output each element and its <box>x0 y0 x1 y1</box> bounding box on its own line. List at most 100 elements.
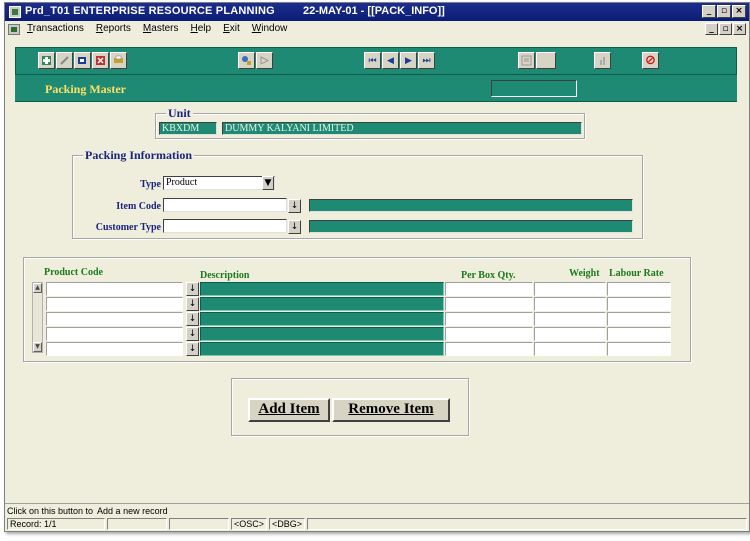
menu-transactions[interactable]: Transactions <box>25 23 86 34</box>
unit-name-field[interactable]: DUMMY KALYANI LIMITED <box>222 122 582 135</box>
insert-record-icon[interactable] <box>38 52 55 69</box>
status-osc: <OSC> <box>231 518 267 530</box>
column-header-per-box-qty: Per Box Qty. <box>461 270 516 281</box>
previous-record-icon[interactable]: ◀ <box>382 52 399 69</box>
labour-rate-cell[interactable] <box>607 297 671 311</box>
customer-type-description-field[interactable] <box>309 220 633 233</box>
last-record-icon[interactable]: ⏭ <box>418 52 435 69</box>
column-header-description: Description <box>200 270 250 281</box>
close-button[interactable]: × <box>732 5 746 18</box>
edit-field-icon[interactable] <box>536 52 556 69</box>
packing-info-group: Packing Information Type Product ▼ Item … <box>72 148 643 239</box>
item-code-lov-icon[interactable]: ↓ <box>288 199 301 213</box>
column-header-product-code: Product Code <box>44 267 103 278</box>
type-select[interactable]: Product ▼ <box>163 176 275 190</box>
customer-type-input[interactable] <box>163 219 287 233</box>
labour-rate-cell[interactable] <box>607 327 671 341</box>
description-cell[interactable] <box>200 282 444 296</box>
status-cell-empty-2 <box>169 518 229 530</box>
labour-rate-cell[interactable] <box>607 282 671 296</box>
menu-exit[interactable]: Exit <box>221 23 242 34</box>
per-box-qty-cell[interactable] <box>445 312 533 326</box>
toolbar-query-group <box>238 52 273 69</box>
child-restore-button[interactable]: ▫ <box>719 23 732 35</box>
product-code-cell[interactable] <box>46 327 183 341</box>
status-cells: Record: 1/1 <OSC> <DBG> <box>5 518 749 530</box>
table-row: ↓ <box>24 342 684 356</box>
weight-cell[interactable] <box>534 282 606 296</box>
per-box-qty-cell[interactable] <box>445 297 533 311</box>
description-cell[interactable] <box>200 342 444 356</box>
customer-type-lov-icon[interactable]: ↓ <box>288 220 301 234</box>
print-icon[interactable] <box>110 52 127 69</box>
description-cell[interactable] <box>200 327 444 341</box>
first-record-icon[interactable]: ⏮ <box>364 52 381 69</box>
remove-item-button[interactable]: Remove Item <box>332 398 450 422</box>
product-code-cell[interactable] <box>46 342 183 356</box>
header-field[interactable] <box>491 80 577 97</box>
child-close-button[interactable]: × <box>733 23 746 35</box>
per-box-qty-cell[interactable] <box>445 342 533 356</box>
toolbar-cancel-group: ⊘ <box>642 52 659 69</box>
cancel-icon[interactable]: ⊘ <box>642 52 659 69</box>
child-window-icon[interactable] <box>8 24 20 35</box>
column-header-weight: Weight <box>569 268 600 279</box>
execute-query-icon[interactable] <box>256 52 273 69</box>
toolbar-list-group <box>518 52 556 69</box>
weight-cell[interactable] <box>534 297 606 311</box>
delete-record-icon[interactable] <box>92 52 109 69</box>
product-code-lov-icon[interactable]: ↓ <box>186 312 199 326</box>
next-record-icon[interactable]: ▶ <box>400 52 417 69</box>
product-code-cell[interactable] <box>46 297 183 311</box>
item-code-input[interactable] <box>163 198 287 212</box>
product-code-lov-icon[interactable]: ↓ <box>186 282 199 296</box>
child-minimize-button[interactable]: _ <box>705 23 718 35</box>
unit-code-field[interactable]: KBXDM <box>159 122 217 135</box>
labour-rate-cell[interactable] <box>607 312 671 326</box>
product-code-lov-icon[interactable]: ↓ <box>186 297 199 311</box>
type-dropdown-icon[interactable]: ▼ <box>262 176 274 190</box>
weight-cell[interactable] <box>534 327 606 341</box>
restore-button[interactable]: ▫ <box>717 5 731 18</box>
description-cell[interactable] <box>200 312 444 326</box>
table-row: ↓ <box>24 327 684 341</box>
title-bar: Prd_T01 ENTERPRISE RESOURCE PLANNING 22-… <box>5 3 749 21</box>
application-window: Prd_T01 ENTERPRISE RESOURCE PLANNING 22-… <box>4 2 750 532</box>
product-code-cell[interactable] <box>46 312 183 326</box>
status-hint-prefix: Click on this button to <box>7 506 94 516</box>
item-description-field[interactable] <box>309 199 633 212</box>
description-cell[interactable] <box>200 297 444 311</box>
list-values-icon[interactable] <box>518 52 535 69</box>
weight-cell[interactable] <box>534 312 606 326</box>
duplicate-record-icon[interactable] <box>74 52 91 69</box>
status-dbg: <DBG> <box>269 518 305 530</box>
product-code-cell[interactable] <box>46 282 183 296</box>
menu-masters[interactable]: Masters <box>141 23 181 34</box>
menu-window[interactable]: Window <box>250 23 290 34</box>
chart-icon[interactable] <box>594 52 611 69</box>
minimize-button[interactable]: _ <box>702 5 716 18</box>
toolbar: ⏮ ◀ ▶ ⏭ ⊘ <box>15 47 737 75</box>
status-bar: Click on this button to Add a new record … <box>5 503 749 531</box>
toolbar-chart-group <box>594 52 611 69</box>
status-cell-empty-1 <box>107 518 167 530</box>
product-code-lov-icon[interactable]: ↓ <box>186 327 199 341</box>
item-code-label: Item Code <box>116 201 161 212</box>
menu-items: Transactions Reports Masters Help Exit W… <box>25 23 289 34</box>
menu-help[interactable]: Help <box>189 23 214 34</box>
table-row: ↓ <box>24 282 684 296</box>
query-icon[interactable] <box>238 52 255 69</box>
menu-reports[interactable]: Reports <box>94 23 133 34</box>
add-item-button[interactable]: Add Item <box>248 398 330 422</box>
window-controls: _ ▫ × <box>702 5 746 18</box>
per-box-qty-cell[interactable] <box>445 282 533 296</box>
toolbar-navigation-group: ⏮ ◀ ▶ ⏭ <box>364 52 435 69</box>
menu-bar: Transactions Reports Masters Help Exit W… <box>5 21 749 38</box>
customer-type-label: Customer Type <box>95 222 161 233</box>
product-code-lov-icon[interactable]: ↓ <box>186 342 199 356</box>
weight-cell[interactable] <box>534 342 606 356</box>
labour-rate-cell[interactable] <box>607 342 671 356</box>
app-icon[interactable] <box>9 6 21 18</box>
save-record-icon[interactable] <box>56 52 73 69</box>
per-box-qty-cell[interactable] <box>445 327 533 341</box>
